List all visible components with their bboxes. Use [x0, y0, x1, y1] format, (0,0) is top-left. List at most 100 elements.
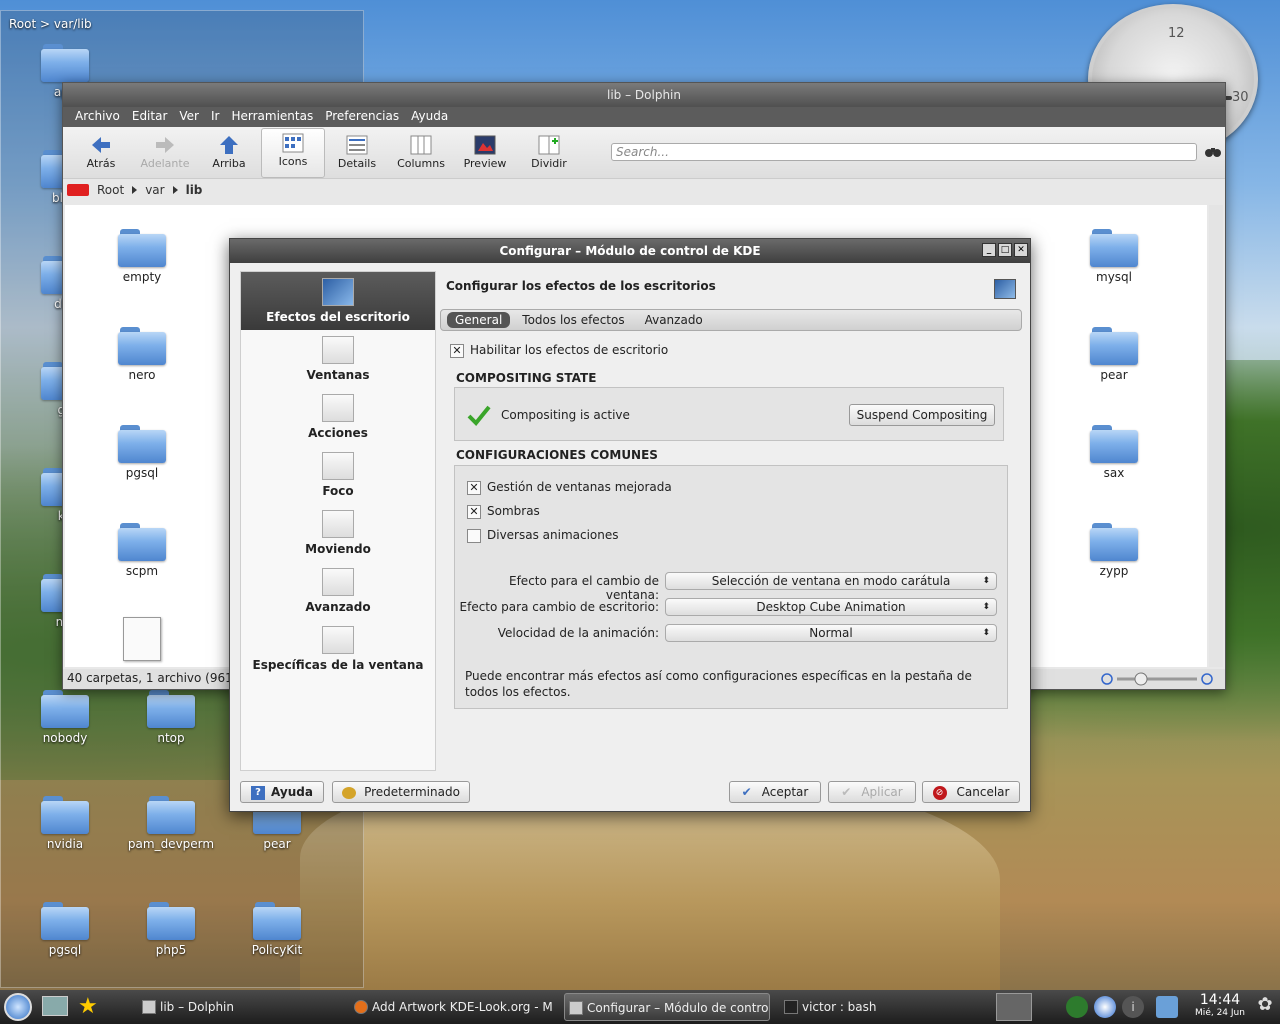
- network-icon[interactable]: [1066, 996, 1088, 1018]
- animation-speed-combo[interactable]: Normal ⬍: [665, 624, 997, 642]
- animation-speed-label: Velocidad de la animación:: [497, 626, 659, 640]
- file-item[interactable]: nero: [97, 327, 187, 382]
- columns-label: Columns: [397, 157, 445, 170]
- cashew-icon[interactable]: ✿: [1254, 994, 1276, 1020]
- info-note: Puede encontrar más efectos así como con…: [465, 669, 972, 699]
- star-icon[interactable]: ★: [78, 994, 108, 1020]
- binoculars-icon[interactable]: [1205, 143, 1221, 159]
- check-icon: ✔: [841, 785, 852, 799]
- window-switch-combo[interactable]: Selección de ventana en modo carátula ⬍: [665, 572, 997, 590]
- menu-ver[interactable]: Ver: [173, 107, 205, 127]
- taskbar-clock[interactable]: 14:44 Mié, 24 Jun: [1192, 992, 1248, 1018]
- desktop-folder[interactable]: nvidia: [20, 796, 110, 851]
- arrow-up-icon: [220, 136, 238, 154]
- desktop-folder[interactable]: ntop: [126, 690, 216, 745]
- desktop-switch-combo[interactable]: Desktop Cube Animation ⬍: [665, 598, 997, 616]
- icons-view-button[interactable]: Icons: [261, 127, 325, 178]
- desktop-folder[interactable]: nobody: [20, 690, 110, 745]
- compositing-section-title: COMPOSITING STATE: [456, 371, 597, 385]
- search-input[interactable]: Search...: [611, 143, 1197, 161]
- close-icon[interactable]: ✕: [1014, 243, 1028, 257]
- file-item[interactable]: pear: [1069, 327, 1159, 382]
- vertical-scrollbar[interactable]: [1209, 205, 1223, 667]
- up-button[interactable]: Arriba: [197, 135, 261, 170]
- tab-bar: General Todos los efectos Avanzado: [440, 309, 1022, 331]
- advanced-icon: [322, 568, 354, 596]
- folder-icon: [41, 44, 89, 82]
- menu-ir[interactable]: Ir: [205, 107, 225, 127]
- clipboard-icon[interactable]: [1156, 996, 1178, 1018]
- file-item[interactable]: zypp: [1069, 523, 1159, 578]
- desktop-folder[interactable]: pgsql: [20, 902, 110, 957]
- menu-herramientas[interactable]: Herramientas: [225, 107, 319, 127]
- option-shadows[interactable]: ✕ Sombras: [467, 504, 540, 519]
- sidebar-item-avanzado[interactable]: Avanzado: [241, 562, 435, 620]
- zoom-slider[interactable]: [1099, 671, 1215, 687]
- folder-view-title: Root > var/lib: [9, 17, 92, 31]
- breadcrumb-root[interactable]: Root: [97, 183, 124, 197]
- sidebar-item-ventanas[interactable]: Ventanas: [241, 330, 435, 388]
- sidebar-item-foco[interactable]: Foco: [241, 446, 435, 504]
- desktop-folder[interactable]: pam_devperm: [126, 796, 216, 851]
- file-item[interactable]: sax: [1069, 425, 1159, 480]
- apply-button[interactable]: ✔ Aplicar: [828, 781, 916, 803]
- tab-avanzado[interactable]: Avanzado: [637, 312, 711, 328]
- help-button[interactable]: ? Ayuda: [240, 781, 324, 803]
- menu-archivo[interactable]: Archivo: [69, 107, 126, 127]
- common-section-title: CONFIGURACIONES COMUNES: [456, 448, 658, 462]
- cancel-button[interactable]: ⊘ Cancelar: [922, 781, 1020, 803]
- defaults-button[interactable]: Predeterminado: [332, 781, 470, 803]
- file-item[interactable]: empty: [97, 229, 187, 284]
- desktop-folder[interactable]: php5: [126, 902, 216, 957]
- file-item[interactable]: scpm: [97, 523, 187, 578]
- back-button[interactable]: Atrás: [69, 135, 133, 170]
- sidebar-item-efectos[interactable]: Efectos del escritorio: [241, 272, 435, 330]
- clock-date: Mié, 24 Jun: [1195, 1008, 1245, 1018]
- menu-preferencias[interactable]: Preferencias: [319, 107, 405, 127]
- kde-menu-icon[interactable]: [4, 993, 32, 1021]
- enable-effects-checkbox[interactable]: ✕ Habilitar los efectos de escritorio: [450, 343, 668, 358]
- breadcrumb-var[interactable]: var: [145, 183, 164, 197]
- suspend-compositing-button[interactable]: Suspend Compositing: [849, 404, 995, 426]
- pager-icon[interactable]: [42, 996, 68, 1016]
- minimize-icon[interactable]: _: [982, 243, 996, 257]
- config-dialog[interactable]: Configurar – Módulo de control de KDE _ …: [229, 238, 1031, 812]
- checkbox-unchecked-icon: [467, 528, 481, 543]
- combo-value: Selección de ventana en modo carátula: [711, 574, 951, 588]
- forward-button[interactable]: Adelante: [133, 135, 197, 170]
- option-window-management[interactable]: ✕ Gestión de ventanas mejorada: [467, 480, 672, 495]
- folder-icon: [1090, 425, 1138, 463]
- desktop-folder[interactable]: PolicyKit: [232, 902, 322, 957]
- show-desktop-icon[interactable]: [996, 993, 1032, 1021]
- file-item[interactable]: pgsql: [97, 425, 187, 480]
- menu-ayuda[interactable]: Ayuda: [405, 107, 454, 127]
- file-item[interactable]: [97, 617, 187, 664]
- details-view-icon: [346, 135, 368, 155]
- folder-icon: [41, 796, 89, 834]
- columns-view-icon: [410, 135, 432, 155]
- option-animations[interactable]: Diversas animaciones: [467, 528, 619, 543]
- sidebar-label: Avanzado: [305, 600, 371, 614]
- sidebar-item-moviendo[interactable]: Moviendo: [241, 504, 435, 562]
- sidebar-item-especificas[interactable]: Específicas de la ventana: [241, 620, 435, 678]
- menu-editar[interactable]: Editar: [126, 107, 174, 127]
- task-dolphin[interactable]: lib – Dolphin: [138, 993, 342, 1021]
- details-view-button[interactable]: Details: [325, 135, 389, 170]
- maximize-icon[interactable]: □: [998, 243, 1012, 257]
- columns-view-button[interactable]: Columns: [389, 135, 453, 170]
- task-configurar[interactable]: Configurar – Módulo de control: [564, 993, 770, 1021]
- clock-number-12: 12: [1168, 26, 1185, 41]
- file-item[interactable]: mysql: [1069, 229, 1159, 284]
- update-icon[interactable]: [1094, 996, 1116, 1018]
- preview-button[interactable]: Preview: [453, 135, 517, 170]
- task-firefox[interactable]: Add Artwork KDE-Look.org - M: [350, 993, 556, 1021]
- sidebar-item-acciones[interactable]: Acciones: [241, 388, 435, 446]
- breadcrumb-lib[interactable]: lib: [186, 183, 203, 197]
- ok-button[interactable]: ✔ Aceptar: [729, 781, 821, 803]
- tab-general[interactable]: General: [447, 312, 511, 328]
- task-konsole[interactable]: victor : bash: [780, 993, 980, 1021]
- split-button[interactable]: Dividir: [517, 135, 581, 170]
- tab-todos-los-efectos[interactable]: Todos los efectos: [514, 312, 632, 328]
- option-label: Sombras: [487, 504, 540, 518]
- info-icon[interactable]: i: [1122, 996, 1144, 1018]
